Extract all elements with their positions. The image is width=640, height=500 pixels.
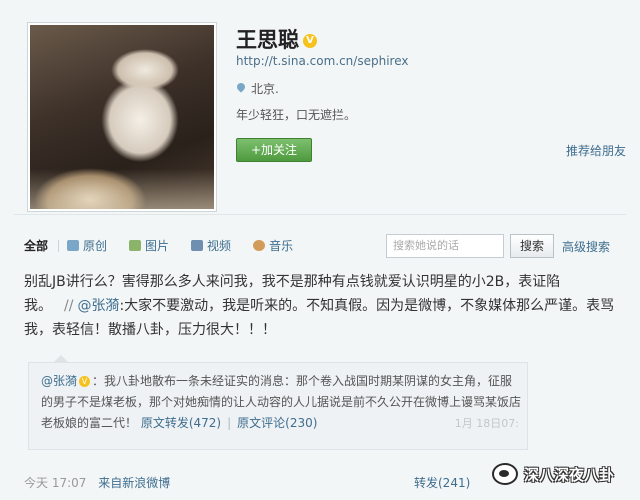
avatar-photo — [30, 25, 214, 209]
watermark: 深八深夜八卦 — [492, 458, 640, 490]
image-icon — [129, 240, 142, 251]
tab-separator — [58, 239, 60, 252]
location-pin-icon — [236, 83, 246, 95]
post-mention-link[interactable]: @张漪 — [77, 298, 119, 314]
watermark-text: 深八深夜八卦 — [524, 465, 615, 484]
header-divider — [14, 214, 626, 215]
follow-button[interactable]: +加关注 — [236, 138, 312, 162]
quoted-post-actions: 原文转发(472) | 原文评论(230) — [140, 416, 318, 430]
tab-original-label: 原创 — [83, 239, 108, 253]
post-repost-link[interactable]: 转发(241) — [414, 474, 470, 491]
repost-separator: // — [64, 298, 74, 314]
quoted-comment-link[interactable]: 原文评论(230) — [237, 416, 317, 430]
music-icon — [253, 240, 266, 251]
recommend-to-friend-link[interactable]: 推荐给朋友 — [566, 142, 626, 159]
verified-badge-icon: V — [303, 34, 317, 48]
tab-image[interactable]: 图片 — [129, 237, 169, 254]
weibo-profile-page: 王思聪 V http://t.sina.com.cn/sephirex 北京. … — [0, 0, 640, 500]
quoted-post: @张漪 V ：我八卦地散布一条未经证实的消息：那个卷入战国时期某阴谋的女主角，征服的… — [28, 355, 528, 450]
profile-url[interactable]: http://t.sina.com.cn/sephirex — [236, 54, 408, 68]
profile-name: 王思聪 — [236, 28, 299, 52]
advanced-search-link[interactable]: 高级搜索 — [562, 238, 610, 255]
search-button[interactable]: 搜索 — [510, 234, 554, 258]
watermark-logo-icon — [492, 463, 518, 485]
post-time: 今天 17:07 — [24, 476, 87, 490]
profile-name-row: 王思聪 V — [236, 24, 317, 54]
tab-music[interactable]: 音乐 — [253, 237, 293, 254]
feed-tabs: 全部 原创 图片 视频 音乐 — [24, 237, 315, 254]
post-text: 别乱JB讲行么？害得那么多人来问我，我不是那种有点钱就爱认识明星的小2B，表证陷… — [24, 270, 620, 342]
quoted-post-body: @张漪 V ：我八卦地散布一条未经证实的消息：那个卷入战国时期某阴谋的女主角，征服的… — [41, 371, 521, 434]
quoted-verified-badge-icon: V — [79, 376, 91, 387]
tab-image-label: 图片 — [145, 239, 170, 253]
quoted-post-date: 1月 18日07: — [454, 417, 519, 430]
search-input[interactable]: 搜索她说的话 — [386, 234, 504, 258]
tab-video-label: 视频 — [207, 239, 232, 253]
tab-all-label: 全部 — [24, 239, 49, 253]
profile-bio: 年少轻狂，口无遮拦。 — [236, 108, 357, 122]
quoted-author-link[interactable]: @张漪 — [41, 374, 77, 388]
profile-avatar[interactable] — [27, 22, 217, 212]
quoted-repost-link[interactable]: 原文转发(472) — [141, 416, 221, 430]
tab-original[interactable]: 原创 — [67, 237, 107, 254]
profile-location: 北京. — [236, 80, 279, 97]
post-source-link[interactable]: 来自新浪微博 — [98, 476, 170, 490]
post-meta: 今天 17:07 来自新浪微博 — [24, 474, 170, 491]
tab-all[interactable]: 全部 — [24, 237, 48, 254]
tab-music-label: 音乐 — [269, 239, 294, 253]
video-icon — [191, 240, 204, 251]
location-text: 北京. — [251, 82, 279, 96]
original-icon — [67, 240, 80, 251]
tab-video[interactable]: 视频 — [191, 237, 231, 254]
